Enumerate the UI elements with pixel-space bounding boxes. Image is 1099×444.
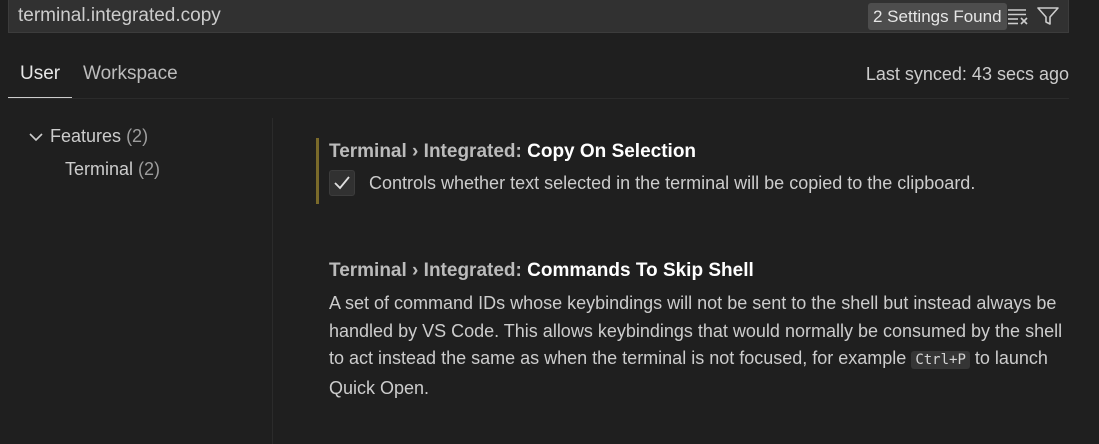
clear-filter-icon[interactable]	[1006, 4, 1030, 28]
toc-terminal-label: Terminal	[65, 159, 134, 179]
toc-features-count: (2)	[126, 126, 149, 146]
toc-item-terminal[interactable]: Terminal (2)	[65, 154, 160, 184]
settings-editor: 2 Settings Found User Workspace Last syn…	[0, 0, 1099, 444]
last-synced-status: Last synced: 43 secs ago	[865, 64, 1069, 84]
setting-description: Controls whether text selected in the te…	[369, 173, 976, 193]
setting-name: Commands To Skip Shell	[527, 260, 754, 281]
settings-scope-tabs: User Workspace Last synced: 43 secs ago	[8, 56, 1069, 99]
copy-on-selection-checkbox[interactable]	[329, 170, 355, 196]
settings-search-input[interactable]	[18, 2, 838, 30]
settings-toc: Features (2) Terminal (2)	[8, 118, 272, 444]
setting-title: Terminal › Integrated: Commands To Skip …	[329, 257, 1089, 285]
setting-copy-on-selection: Terminal › Integrated: Copy On Selection…	[316, 138, 1089, 204]
setting-description: A set of command IDs whose keybindings w…	[329, 290, 1069, 402]
setting-name: Copy On Selection	[527, 141, 697, 162]
results-count-badge: 2 Settings Found	[868, 3, 1007, 30]
setting-category: Terminal › Integrated:	[329, 141, 528, 162]
toc-terminal-count: (2)	[138, 159, 161, 179]
settings-search-bar: 2 Settings Found	[8, 0, 1069, 33]
filter-icon[interactable]	[1036, 4, 1060, 28]
setting-commands-to-skip-shell: Terminal › Integrated: Commands To Skip …	[316, 257, 1089, 402]
toc-divider	[272, 118, 273, 444]
toc-features-label: Features	[50, 126, 122, 146]
setting-title: Terminal › Integrated: Copy On Selection	[329, 138, 1089, 166]
keybinding-code: Ctrl+P	[911, 351, 970, 369]
toc-item-features[interactable]: Features (2)	[28, 121, 148, 151]
tab-user[interactable]: User	[8, 56, 73, 98]
tab-workspace[interactable]: Workspace	[71, 56, 190, 97]
setting-category: Terminal › Integrated:	[329, 260, 528, 281]
chevron-down-icon	[28, 121, 50, 151]
check-icon	[334, 176, 350, 190]
